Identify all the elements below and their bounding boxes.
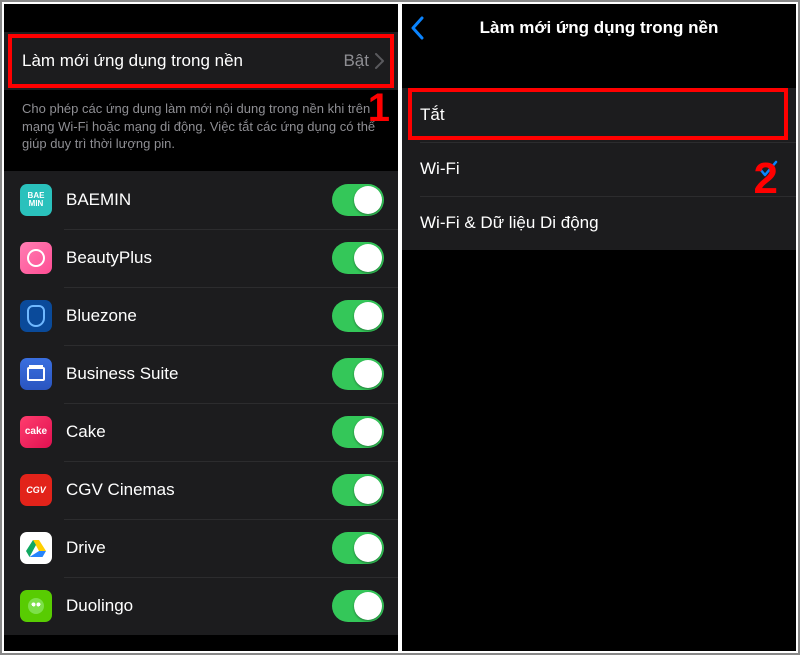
- app-label: Business Suite: [66, 364, 332, 384]
- option-label: Wi-Fi: [420, 159, 460, 179]
- background-refresh-value: Bật: [343, 51, 369, 71]
- annotation-number-1: 1: [368, 86, 390, 131]
- app-icon: BAEMIN: [20, 184, 52, 216]
- app-list: BAEMIN BAEMIN BeautyPlus Bluezone Busine…: [4, 171, 398, 635]
- app-label: BeautyPlus: [66, 248, 332, 268]
- app-icon: [20, 358, 52, 390]
- app-row-bluezone: Bluezone: [4, 287, 398, 345]
- refresh-options-list: Tắt Wi-Fi Wi-Fi & Dữ liệu Di động: [402, 88, 796, 250]
- app-toggle[interactable]: [332, 532, 384, 564]
- nav-bar: Làm mới ứng dụng trong nền: [402, 4, 796, 52]
- background-refresh-label: Làm mới ứng dụng trong nền: [22, 51, 243, 71]
- background-refresh-row[interactable]: Làm mới ứng dụng trong nền Bật: [4, 32, 398, 90]
- app-row-cgv: CGV CGV Cinemas: [4, 461, 398, 519]
- app-toggle[interactable]: [332, 242, 384, 274]
- app-icon: [20, 242, 52, 274]
- screenshot-frame: Làm mới ứng dụng trong nền Bật 1 Cho phé…: [0, 0, 800, 655]
- option-off[interactable]: Tắt: [402, 88, 796, 142]
- back-button[interactable]: [410, 4, 424, 52]
- app-row-baemin: BAEMIN BAEMIN: [4, 171, 398, 229]
- app-label: BAEMIN: [66, 190, 332, 210]
- app-toggle[interactable]: [332, 184, 384, 216]
- app-toggle[interactable]: [332, 358, 384, 390]
- app-label: Bluezone: [66, 306, 332, 326]
- option-wifi[interactable]: Wi-Fi: [402, 142, 796, 196]
- chevron-right-icon: [375, 53, 384, 69]
- app-label: CGV Cinemas: [66, 480, 332, 500]
- annotation-number-2: 2: [754, 154, 778, 204]
- app-label: Drive: [66, 538, 332, 558]
- app-row-beautyplus: BeautyPlus: [4, 229, 398, 287]
- app-row-businesssuite: Business Suite: [4, 345, 398, 403]
- app-icon: [20, 532, 52, 564]
- app-row-drive: Drive: [4, 519, 398, 577]
- left-screen: Làm mới ứng dụng trong nền Bật 1 Cho phé…: [4, 4, 398, 651]
- page-title: Làm mới ứng dụng trong nền: [480, 18, 719, 38]
- app-icon: [20, 300, 52, 332]
- option-label: Wi-Fi & Dữ liệu Di động: [420, 213, 599, 233]
- app-label: Duolingo: [66, 596, 332, 616]
- option-label: Tắt: [420, 105, 445, 125]
- app-row-cake: cake Cake: [4, 403, 398, 461]
- app-toggle[interactable]: [332, 474, 384, 506]
- app-icon: cake: [20, 416, 52, 448]
- app-toggle[interactable]: [332, 300, 384, 332]
- app-label: Cake: [66, 422, 332, 442]
- app-icon: [20, 590, 52, 622]
- app-row-duolingo: Duolingo: [4, 577, 398, 635]
- right-screen: Làm mới ứng dụng trong nền 2 Tắt Wi-Fi W…: [402, 4, 796, 651]
- app-icon: CGV: [20, 474, 52, 506]
- background-refresh-description: Cho phép các ứng dụng làm mới nội dung t…: [4, 90, 398, 171]
- app-toggle[interactable]: [332, 416, 384, 448]
- app-toggle[interactable]: [332, 590, 384, 622]
- option-wifi-cellular[interactable]: Wi-Fi & Dữ liệu Di động: [402, 196, 796, 250]
